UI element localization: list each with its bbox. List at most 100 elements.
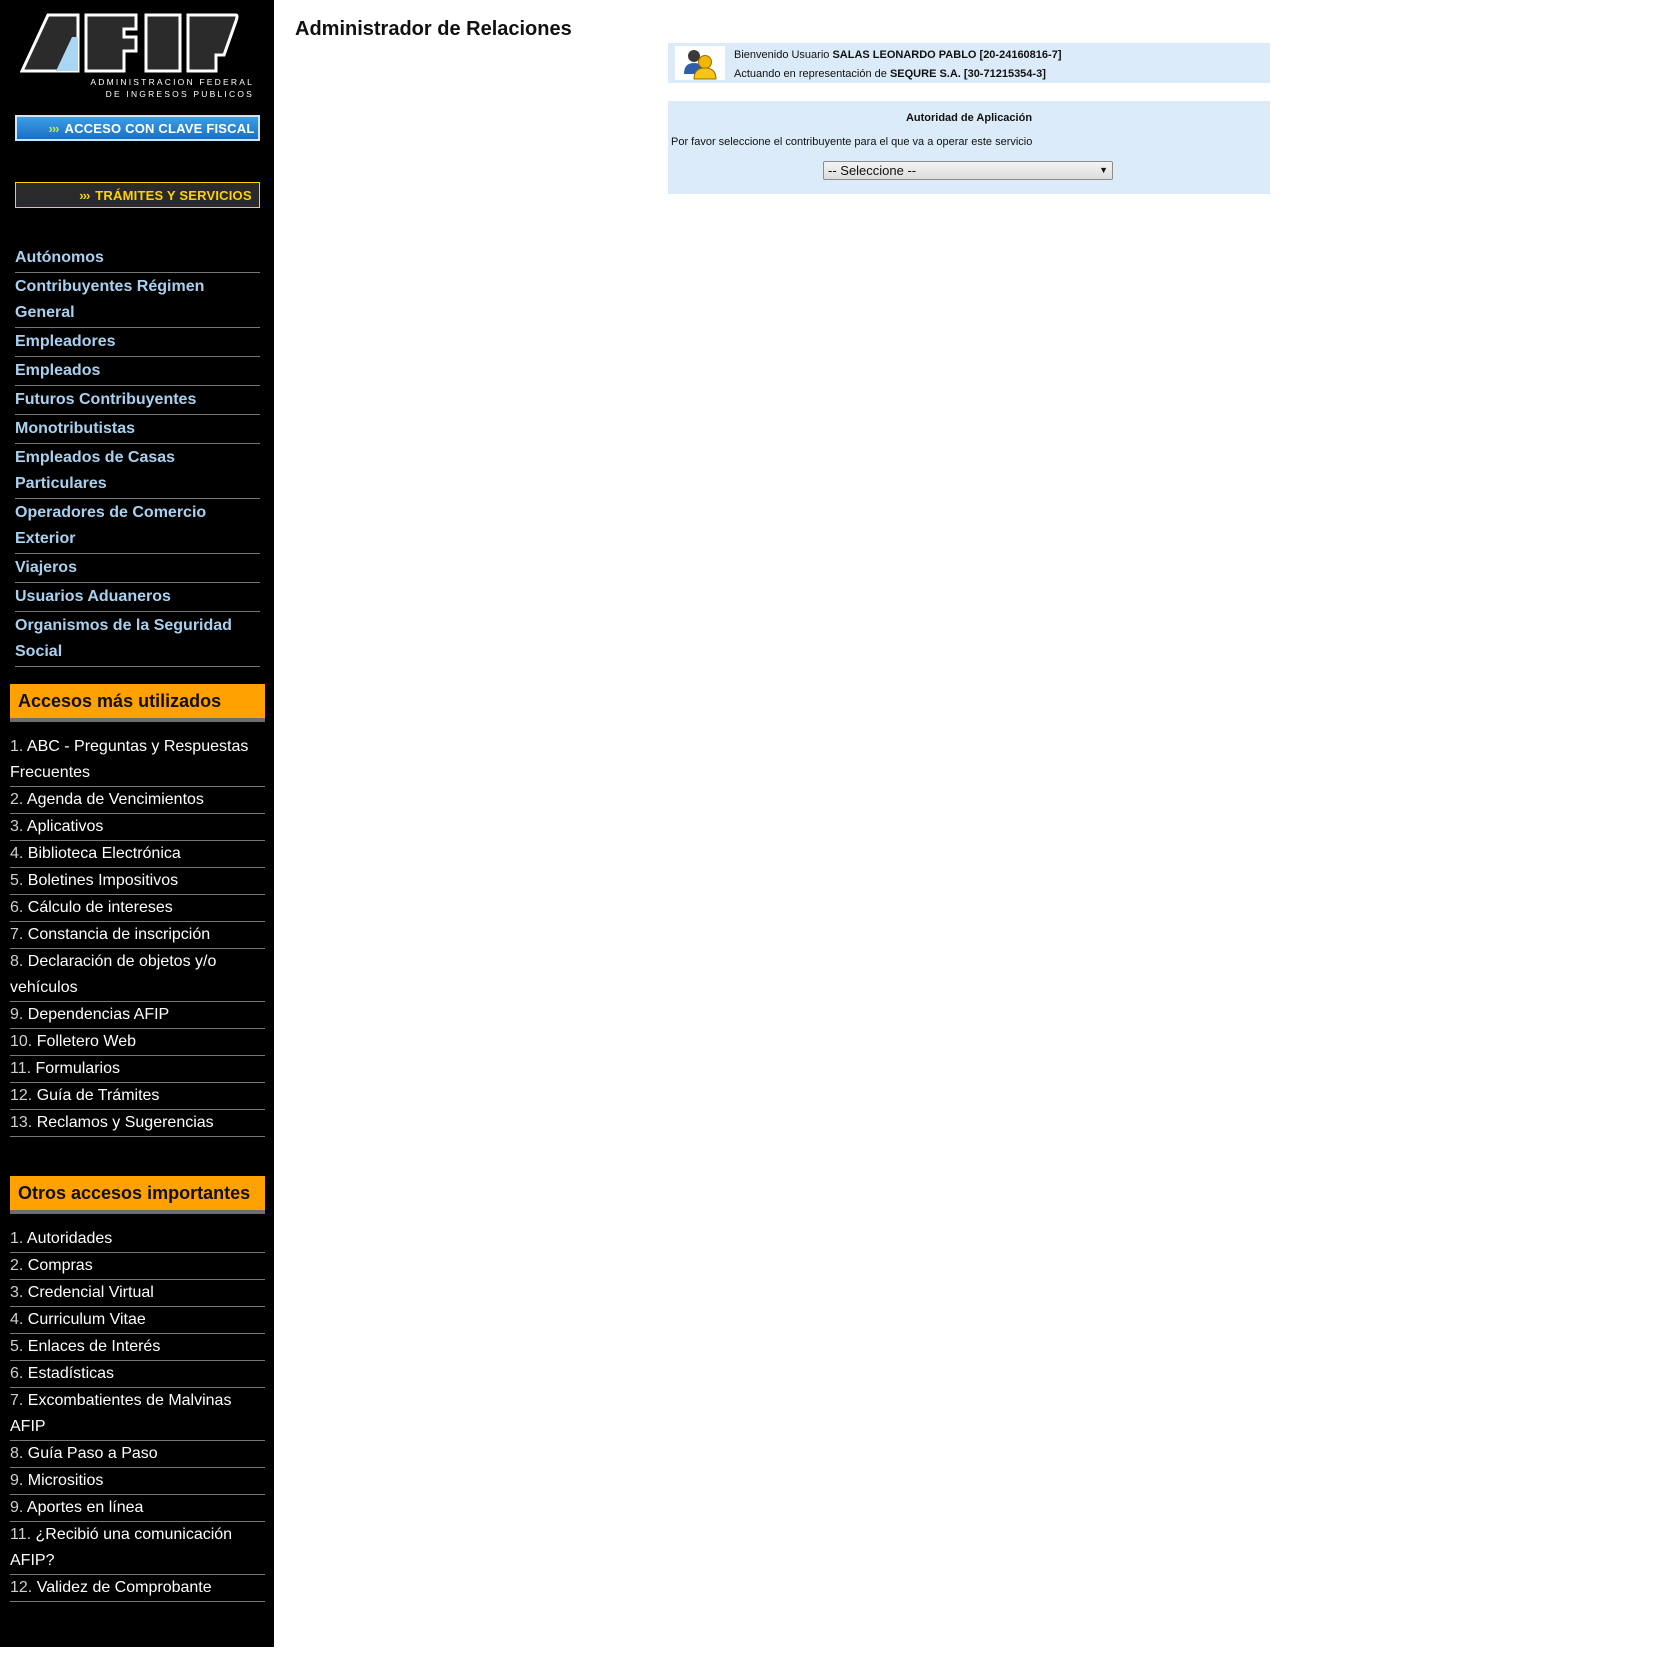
nav-link-organismos-seguridad-social[interactable]: Organismos de la Seguridad Social <box>15 613 260 665</box>
otros-list: 1. Autoridades 2. Compras 3. Credencial … <box>10 1226 265 1602</box>
accesos-link[interactable]: Biblioteca Electrónica <box>28 845 181 862</box>
list-item: 6. Estadísticas <box>10 1361 265 1388</box>
nav-link-usuarios-aduaneros[interactable]: Usuarios Aduaneros <box>15 584 260 610</box>
service-instructions: Por favor seleccione el contribuyente pa… <box>671 136 1033 148</box>
accesos-link[interactable]: Boletines Impositivos <box>28 872 178 889</box>
nav-link-operadores-comercio-exterior[interactable]: Operadores de Comercio Exterior <box>15 500 260 552</box>
nav-item: Empleadores <box>15 328 260 357</box>
clave-fiscal-label: ACCESO CON CLAVE FISCAL <box>64 120 255 136</box>
list-item: 11. ¿Recibió una comunicación AFIP? <box>10 1522 265 1575</box>
item-number: 9. <box>10 1499 24 1516</box>
otros-link[interactable]: Enlaces de Interés <box>28 1338 161 1355</box>
list-item: 3. Aplicativos <box>10 814 265 841</box>
list-item: 6. Cálculo de intereses <box>10 895 265 922</box>
accesos-list: 1. ABC - Preguntas y Respuestas Frecuent… <box>10 734 265 1137</box>
tramites-servicios-button[interactable]: ››› TRÁMITES Y SERVICIOS <box>15 182 260 208</box>
item-number: 9. <box>10 1472 24 1489</box>
item-number: 8. <box>10 953 24 970</box>
otros-link[interactable]: Estadísticas <box>28 1365 114 1382</box>
afip-logo-mark: ADMINISTRACION FEDERAL DE INGRESOS PUBLI… <box>20 13 252 99</box>
otros-link[interactable]: Compras <box>28 1257 93 1274</box>
item-number: 6. <box>10 899 24 916</box>
list-item: 9. Aportes en línea <box>10 1495 265 1522</box>
item-number: 2. <box>10 1257 24 1274</box>
list-item: 8. Guía Paso a Paso <box>10 1441 265 1468</box>
nav-link-viajeros[interactable]: Viajeros <box>15 555 260 581</box>
otros-section-header: Otros accesos importantes <box>10 1176 265 1214</box>
nav-link-futuros-contribuyentes[interactable]: Futuros Contribuyentes <box>15 387 260 413</box>
list-item: 9. Dependencias AFIP <box>10 1002 265 1029</box>
user-info-panel: Bienvenido Usuario SALAS LEONARDO PABLO … <box>668 43 1270 83</box>
user-info-text: Bienvenido Usuario SALAS LEONARDO PABLO … <box>734 46 1061 84</box>
item-number: 4. <box>10 845 24 862</box>
accesos-link[interactable]: Agenda de Vencimientos <box>27 791 204 808</box>
accesos-link[interactable]: Declaración de objetos y/o vehículos <box>10 953 216 996</box>
otros-link[interactable]: Micrositios <box>28 1472 104 1489</box>
nav-link-autonomos[interactable]: Autónomos <box>15 245 260 271</box>
nav-link-contribuyentes-regimen-general[interactable]: Contribuyentes Régimen General <box>15 274 260 326</box>
item-number: 8. <box>10 1445 24 1462</box>
item-number: 11. <box>10 1060 32 1077</box>
list-item: 5. Boletines Impositivos <box>10 868 265 895</box>
accesos-link[interactable]: Dependencias AFIP <box>28 1006 169 1023</box>
user-name: SALAS LEONARDO PABLO [20-24160816-7] <box>832 49 1062 61</box>
nav-item: Viajeros <box>15 554 260 583</box>
list-item: 10. Folletero Web <box>10 1029 265 1056</box>
sidebar: ADMINISTRACION FEDERAL DE INGRESOS PUBLI… <box>0 0 274 1647</box>
otros-link[interactable]: Autoridades <box>27 1230 112 1247</box>
list-item: 7. Excombatientes de Malvinas AFIP <box>10 1388 265 1441</box>
afip-logo[interactable]: ADMINISTRACION FEDERAL DE INGRESOS PUBLI… <box>20 13 256 99</box>
accesos-section-header: Accesos más utilizados <box>10 684 265 722</box>
list-item: 1. ABC - Preguntas y Respuestas Frecuent… <box>10 734 265 787</box>
contribuyente-select[interactable]: -- Seleccione -- ▼ <box>823 161 1113 180</box>
nav-item: Empleados <box>15 357 260 386</box>
otros-link[interactable]: Curriculum Vitae <box>28 1311 146 1328</box>
item-number: 11. <box>10 1526 32 1543</box>
accesos-link[interactable]: Constancia de inscripción <box>28 926 210 943</box>
welcome-prefix: Bienvenido Usuario <box>734 49 830 61</box>
nav-link-monotributistas[interactable]: Monotributistas <box>15 416 260 442</box>
accesos-link[interactable]: Guía de Trámites <box>37 1087 160 1104</box>
welcome-line: Bienvenido Usuario SALAS LEONARDO PABLO … <box>734 46 1061 65</box>
list-item: 8. Declaración de objetos y/o vehículos <box>10 949 265 1002</box>
otros-link[interactable]: Validez de Comprobante <box>37 1579 212 1596</box>
otros-link[interactable]: Guía Paso a Paso <box>28 1445 158 1462</box>
item-number: 7. <box>10 926 24 943</box>
item-number: 4. <box>10 1311 24 1328</box>
list-item: 1. Autoridades <box>10 1226 265 1253</box>
tramites-servicios-label: TRÁMITES Y SERVICIOS <box>95 187 252 203</box>
otros-link[interactable]: Excombatientes de Malvinas AFIP <box>10 1392 231 1435</box>
otros-link[interactable]: ¿Recibió una comunicación AFIP? <box>10 1526 232 1569</box>
item-number: 9. <box>10 1006 24 1023</box>
item-number: 5. <box>10 1338 24 1355</box>
accesos-link[interactable]: Cálculo de intereses <box>28 899 173 916</box>
list-item: 5. Enlaces de Interés <box>10 1334 265 1361</box>
list-item: 13. Reclamos y Sugerencias <box>10 1110 265 1137</box>
sidebar-nav: Autónomos Contribuyentes Régimen General… <box>15 244 260 667</box>
nav-link-empleados[interactable]: Empleados <box>15 358 260 384</box>
nav-link-empleados-casas-particulares[interactable]: Empleados de Casas Particulares <box>15 445 260 497</box>
nav-item: Operadores de Comercio Exterior <box>15 499 260 554</box>
nav-item: Usuarios Aduaneros <box>15 583 260 612</box>
item-number: 7. <box>10 1392 24 1409</box>
otros-link[interactable]: Credencial Virtual <box>28 1284 154 1301</box>
nav-item: Organismos de la Seguridad Social <box>15 612 260 667</box>
accesos-link[interactable]: Reclamos y Sugerencias <box>37 1114 214 1131</box>
accesos-link[interactable]: Formularios <box>36 1060 120 1077</box>
list-item: 11. Formularios <box>10 1056 265 1083</box>
clave-fiscal-button[interactable]: ››› ACCESO CON CLAVE FISCAL <box>15 115 260 141</box>
list-item: 2. Compras <box>10 1253 265 1280</box>
otros-link[interactable]: Aportes en línea <box>27 1499 144 1516</box>
item-number: 1. <box>10 1230 24 1247</box>
item-number: 3. <box>10 818 24 835</box>
users-icon <box>675 46 725 80</box>
nav-link-empleadores[interactable]: Empleadores <box>15 329 260 355</box>
acting-prefix: Actuando en representación de <box>734 68 887 80</box>
item-number: 3. <box>10 1284 24 1301</box>
accesos-link[interactable]: ABC - Preguntas y Respuestas Frecuentes <box>10 738 248 781</box>
chevron-down-icon: ▼ <box>1099 165 1108 175</box>
acting-line: Actuando en representación de SEQURE S.A… <box>734 65 1061 84</box>
nav-item: Futuros Contribuyentes <box>15 386 260 415</box>
accesos-link[interactable]: Aplicativos <box>27 818 103 835</box>
accesos-link[interactable]: Folletero Web <box>37 1033 136 1050</box>
